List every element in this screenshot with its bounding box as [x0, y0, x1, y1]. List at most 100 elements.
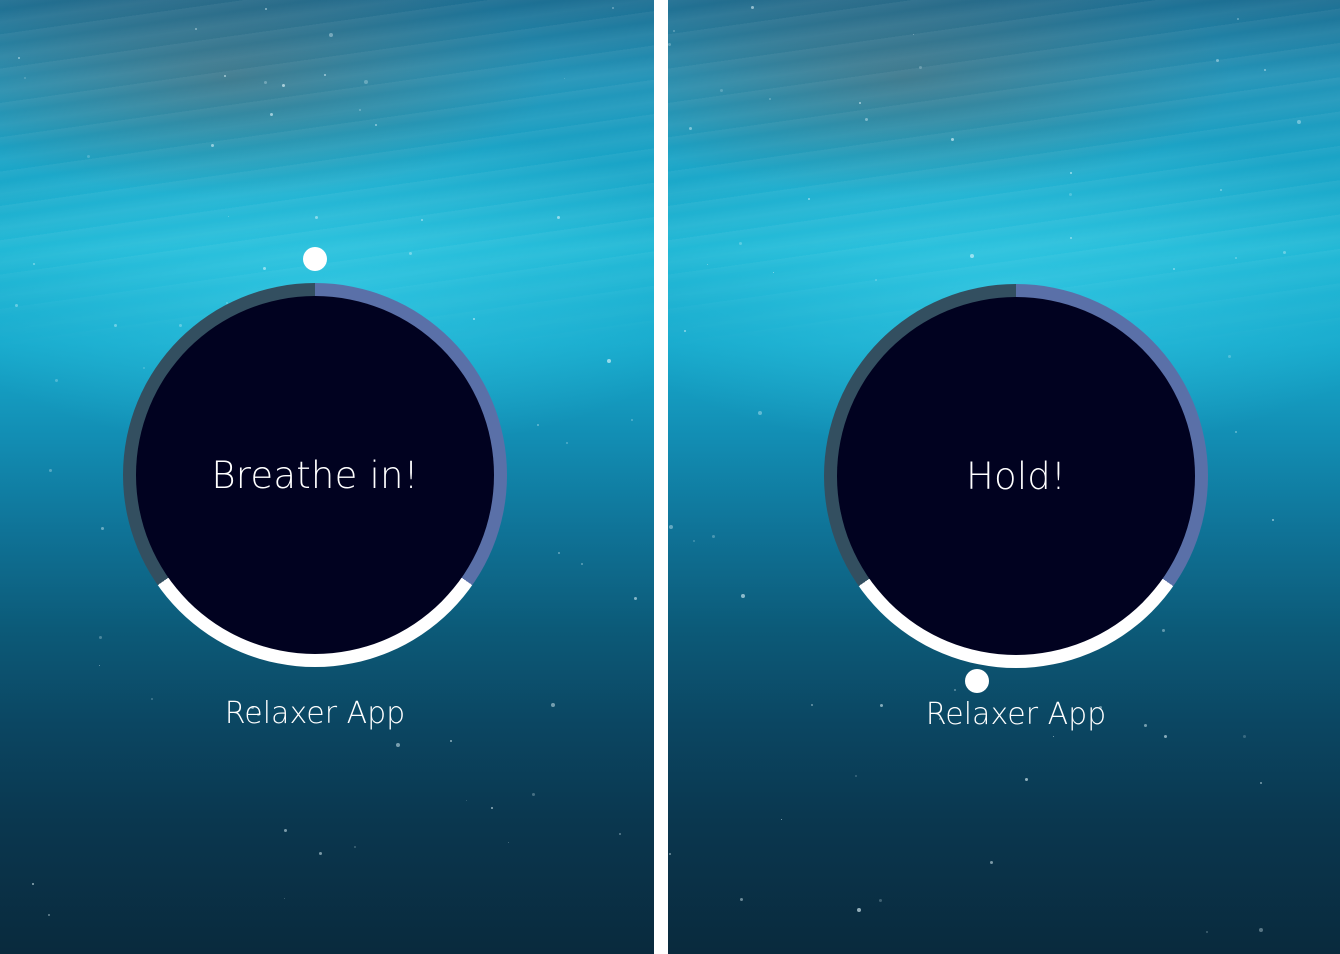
particle [1070, 237, 1072, 239]
particle [1220, 189, 1222, 191]
breathing-circle: Breathe in! [123, 283, 507, 667]
particle [720, 89, 723, 92]
particle [739, 242, 742, 245]
particle [228, 216, 229, 217]
particle [49, 469, 52, 472]
particle [879, 899, 882, 902]
particle [619, 833, 621, 835]
app-title: Relaxer App [925, 697, 1107, 732]
particle [114, 324, 117, 327]
particle [1235, 257, 1237, 259]
particle [1283, 251, 1286, 254]
particle [1237, 18, 1239, 20]
particle [1228, 355, 1231, 358]
particle [1216, 59, 1219, 62]
particle [990, 861, 993, 864]
particle [24, 77, 26, 79]
particle [87, 155, 90, 158]
particle [551, 703, 555, 707]
instruction-text: Breathe in! [211, 453, 419, 497]
breathing-circle: Hold! [824, 284, 1208, 668]
particle [557, 216, 560, 219]
particle [1235, 431, 1237, 433]
particle [859, 102, 861, 104]
particle [875, 279, 877, 281]
particle [712, 535, 715, 538]
particle [491, 807, 493, 809]
particle [48, 914, 50, 916]
particle [263, 267, 266, 270]
screen-hold: Hold! Relaxer App [668, 0, 1340, 954]
particle [1243, 735, 1246, 738]
progress-pointer [303, 247, 327, 271]
particle [707, 264, 708, 265]
particle [1070, 172, 1072, 174]
particle [669, 853, 671, 855]
particle [195, 28, 197, 30]
breathing-circle-core: Hold! [837, 297, 1195, 655]
particle [270, 113, 273, 116]
particle [537, 424, 539, 426]
particle [1069, 193, 1072, 196]
particle [211, 144, 214, 147]
particle [1297, 120, 1301, 124]
particle [1264, 69, 1266, 71]
particle [396, 743, 400, 747]
particle [751, 6, 754, 9]
particle [673, 30, 675, 32]
particle [693, 540, 695, 542]
particle [15, 304, 18, 307]
particle [740, 898, 743, 901]
progress-pointer [965, 669, 989, 693]
particle [954, 689, 956, 691]
particle [359, 109, 361, 111]
particle [811, 704, 813, 706]
particle [689, 127, 692, 130]
particle [315, 216, 318, 219]
particle [55, 379, 58, 382]
particle [951, 138, 954, 141]
particle [857, 908, 861, 912]
particle [151, 698, 153, 700]
particle [1259, 928, 1263, 932]
particle [532, 793, 535, 796]
particle [669, 525, 673, 529]
particle [18, 57, 20, 59]
particle [101, 527, 104, 530]
particle [855, 775, 857, 777]
particle [758, 411, 762, 415]
particle [375, 124, 377, 126]
particle [634, 597, 637, 600]
instruction-text: Hold! [965, 454, 1067, 498]
particle [508, 842, 509, 843]
particle [354, 846, 356, 848]
particle [612, 7, 614, 9]
app-title: Relaxer App [224, 696, 406, 731]
particle [264, 81, 267, 84]
particle [99, 636, 102, 639]
particle [319, 852, 322, 855]
particle [99, 665, 100, 666]
particle [913, 34, 914, 35]
particle [284, 829, 287, 832]
particle [970, 254, 974, 258]
particle [781, 819, 782, 820]
particle [33, 263, 35, 265]
particle [466, 800, 467, 801]
particle [607, 359, 611, 363]
particle [865, 118, 868, 121]
particle [564, 78, 565, 79]
particle [1206, 931, 1208, 933]
particle [808, 198, 810, 200]
particle [581, 563, 583, 565]
particle [450, 740, 452, 742]
particle [919, 66, 922, 69]
particle [741, 594, 745, 598]
particle [1164, 735, 1167, 738]
particle [1053, 736, 1054, 737]
particle [1173, 268, 1175, 270]
particle [284, 898, 285, 899]
particle [1025, 778, 1028, 781]
particle [631, 419, 633, 421]
screen-breathe-in: Breathe in! Relaxer App [0, 0, 654, 954]
